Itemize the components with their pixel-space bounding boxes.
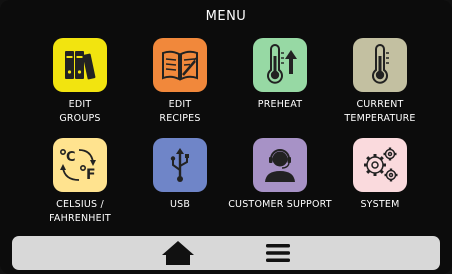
tile-customer-support[interactable]: CUSTOMER SUPPORT	[225, 138, 335, 212]
system-button[interactable]	[353, 138, 407, 192]
recipe-book-icon	[162, 50, 198, 81]
home-button[interactable]	[158, 238, 198, 268]
menu-button[interactable]	[258, 238, 298, 268]
bottom-navigation-bar	[12, 236, 440, 270]
tile-edit-groups[interactable]: EDIT GROUPS	[25, 38, 135, 126]
current-temperature-button[interactable]	[353, 38, 407, 92]
page-title: MENU	[205, 9, 247, 24]
tile-label-preheat: PREHEAT	[257, 99, 303, 110]
usb-button[interactable]	[153, 138, 207, 192]
tile-label-system: SYSTEM	[360, 199, 400, 210]
customer-support-button[interactable]	[253, 138, 307, 192]
tile-label-edit-recipes: EDIT RECIPES	[159, 99, 201, 124]
tile-usb[interactable]: USB	[125, 138, 235, 212]
menu-screen: MENU EDIT GROUPS EDIT RECIPES PREHEAT CU…	[0, 0, 452, 274]
svg-text:F: F	[86, 167, 96, 183]
edit-groups-button[interactable]	[53, 38, 107, 92]
binders-icon	[65, 51, 96, 80]
tile-preheat[interactable]: PREHEAT	[225, 38, 335, 112]
headset-agent-icon	[265, 149, 295, 182]
tile-label-usb: USB	[169, 199, 191, 210]
tile-label-edit-groups: EDIT GROUPS	[59, 99, 101, 124]
gears-icon	[364, 147, 398, 182]
preheat-button[interactable]	[253, 38, 307, 92]
tile-label-customer-support: CUSTOMER SUPPORT	[228, 199, 332, 210]
tile-system[interactable]: SYSTEM	[325, 138, 435, 212]
tile-celsius-fahrenheit[interactable]: C F CELSIUS / FAHRENHEIT	[25, 138, 135, 226]
usb-icon	[170, 148, 189, 182]
celsius-fahrenheit-icon: C F	[59, 149, 96, 183]
tile-current-temperature[interactable]: CURRENT TEMPERATURE	[325, 38, 435, 126]
svg-text:C: C	[66, 150, 76, 165]
hamburger-menu-icon	[266, 244, 290, 262]
home-icon	[162, 241, 194, 265]
celsius-fahrenheit-button[interactable]: C F	[53, 138, 107, 192]
tile-label-current-temperature: CURRENT TEMPERATURE	[344, 99, 416, 124]
edit-recipes-button[interactable]	[153, 38, 207, 92]
thermometer-icon	[372, 44, 389, 84]
tile-label-celsius-fahrenheit: CELSIUS / FAHRENHEIT	[49, 199, 111, 224]
tile-edit-recipes[interactable]: EDIT RECIPES	[125, 38, 235, 126]
thermometer-up-icon	[267, 44, 297, 84]
